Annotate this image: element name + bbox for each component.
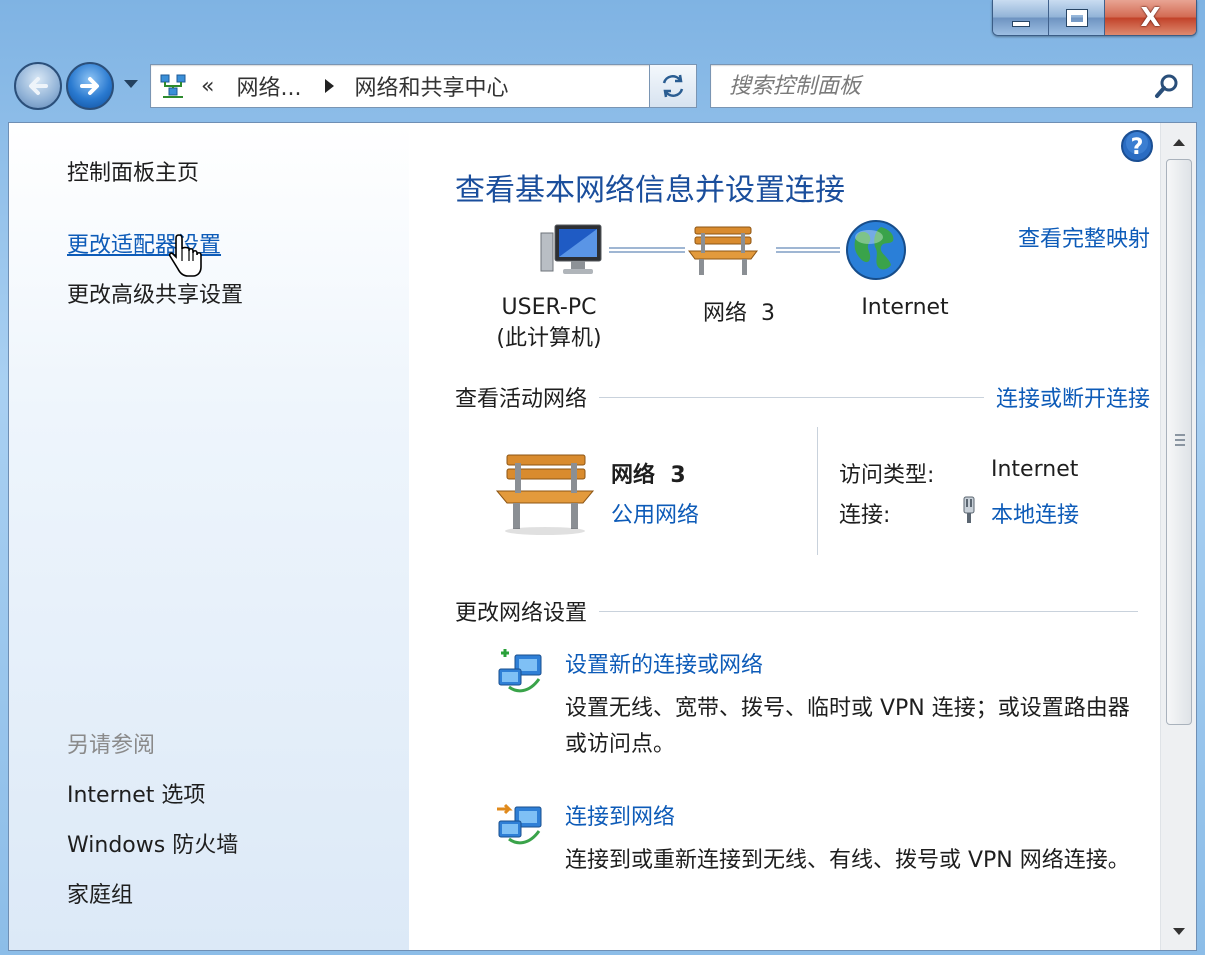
connect-network-description: 连接到或重新连接到无线、有线、拨号或 VPN 网络连接。 [565, 848, 1130, 873]
connect-disconnect-link[interactable]: 连接或断开连接 [996, 381, 1150, 413]
internet-label: Internet [861, 295, 949, 320]
network-name: 网络 3 [703, 301, 775, 326]
ethernet-plug-icon [963, 496, 975, 523]
help-icon[interactable]: ? [1120, 129, 1154, 163]
scroll-thumb[interactable] [1166, 159, 1192, 725]
computer-note: (此计算机) [496, 326, 602, 351]
caption-buttons: X [992, 0, 1197, 36]
arrow-down-icon [1173, 927, 1185, 935]
page-title: 查看基本网络信息并设置连接 [455, 173, 845, 208]
internet-globe-icon[interactable] [845, 219, 907, 281]
computer-name: USER-PC [501, 295, 597, 320]
minimize-button[interactable] [993, 0, 1049, 35]
hand-cursor-icon [169, 234, 202, 277]
change-settings-heading: 更改网络设置 [455, 601, 588, 626]
connections-label: 连接: [839, 503, 891, 528]
scroll-down-button[interactable] [1161, 916, 1196, 946]
back-button[interactable] [14, 62, 62, 110]
close-button[interactable]: X [1105, 0, 1196, 35]
content-window: 控制面板主页 更改适配器设置 更改高级共享设置 另请参阅 Internet 选项… [8, 122, 1197, 951]
refresh-icon [662, 74, 684, 98]
breadcrumb-overflow[interactable]: « [201, 74, 214, 99]
task-pane: 控制面板主页 更改适配器设置 更改高级共享设置 另请参阅 Internet 选项… [9, 123, 409, 950]
refresh-button[interactable] [649, 64, 697, 108]
map-node-computer: USER-PC (此计算机) [489, 295, 609, 352]
forward-button[interactable] [66, 62, 114, 110]
breadcrumb-parent[interactable]: 网络... [236, 70, 301, 102]
panel-divider [817, 427, 818, 555]
network-location-link[interactable]: 公用网络 [611, 497, 699, 529]
see-also-heading: 另请参阅 [67, 733, 156, 758]
active-networks-header: 查看活动网络 连接或断开连接 [455, 381, 1150, 413]
change-settings-header: 更改网络设置 [455, 595, 1150, 627]
connect-network-link[interactable]: 连接到网络 [565, 799, 675, 831]
park-bench-icon[interactable] [495, 447, 595, 535]
access-type-value: Internet [991, 457, 1079, 482]
grip-icon [1175, 434, 1185, 446]
search-icon[interactable] [1152, 71, 1182, 101]
maximize-button[interactable] [1049, 0, 1105, 35]
recent-pages-button[interactable] [120, 70, 142, 100]
maximize-icon [1065, 8, 1088, 27]
navigation-bar: « 网络... 网络和共享中心 [12, 56, 1193, 112]
arrow-up-icon [1173, 138, 1185, 146]
active-networks-heading: 查看活动网络 [455, 387, 588, 412]
setup-connection-description: 设置无线、宽带、拨号、临时或 VPN 连接；或设置路由器或访问点。 [565, 696, 1130, 757]
map-node-internet: Internet [845, 295, 965, 320]
computer-icon[interactable] [539, 221, 609, 281]
active-network-panel: 网络 3 公用网络 访问类型: Internet 连接: 本地连接 [455, 427, 1150, 555]
address-bar[interactable]: « 网络... 网络和共享中心 [150, 64, 697, 108]
search-input[interactable] [711, 65, 1152, 107]
active-network-name: 网络 3 [611, 463, 686, 488]
park-bench-icon[interactable] [687, 221, 759, 277]
minimize-icon [1011, 20, 1030, 27]
internet-options-link[interactable]: Internet 选项 [67, 777, 205, 809]
view-full-map-link[interactable]: 查看完整映射 [1018, 221, 1150, 253]
search-box[interactable] [710, 64, 1193, 108]
breadcrumb-current[interactable]: 网络和共享中心 [354, 70, 508, 102]
breadcrumb-separator-icon[interactable] [325, 79, 335, 93]
scroll-up-button[interactable] [1161, 127, 1196, 157]
connect-network-icon [497, 803, 542, 845]
section-divider [599, 610, 1138, 612]
map-connector [609, 247, 685, 253]
map-node-network: 网络 3 [679, 295, 799, 327]
vertical-scrollbar[interactable] [1160, 123, 1196, 950]
arrow-left-icon [29, 77, 48, 95]
change-sharing-settings-link[interactable]: 更改高级共享设置 [67, 277, 243, 309]
chevron-down-icon [124, 80, 138, 88]
control-panel-home-link[interactable]: 控制面板主页 [67, 155, 199, 187]
svg-text:?: ? [1131, 135, 1144, 160]
section-divider [599, 396, 984, 398]
access-type-label: 访问类型: [839, 463, 935, 488]
homegroup-link[interactable]: 家庭组 [67, 877, 133, 909]
main-pane: ? 查看基本网络信息并设置连接 查看完整映射 USER-PC (此计算机) 网络… [409, 123, 1160, 950]
windows-firewall-link[interactable]: Windows 防火墙 [67, 827, 238, 859]
map-connector [776, 247, 840, 253]
arrow-right-icon [80, 77, 99, 95]
network-folder-icon [160, 74, 186, 98]
setup-connection-link[interactable]: 设置新的连接或网络 [565, 647, 763, 679]
local-connection-link[interactable]: 本地连接 [991, 497, 1079, 529]
close-icon: X [1140, 2, 1161, 33]
new-connection-icon [498, 649, 542, 693]
